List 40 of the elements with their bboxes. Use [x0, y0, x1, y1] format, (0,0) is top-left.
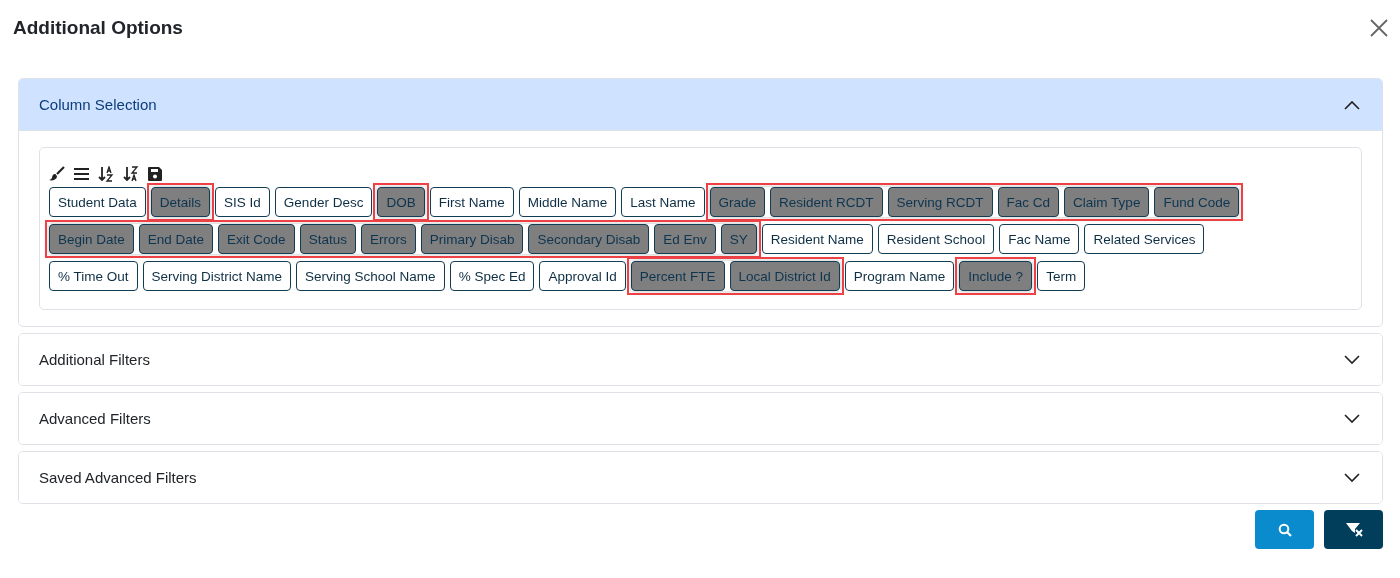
column-chip[interactable]: Last Name	[621, 187, 705, 217]
section-title: Advanced Filters	[39, 410, 151, 427]
column-chip[interactable]: Middle Name	[518, 187, 617, 217]
section-title: Saved Advanced Filters	[39, 469, 197, 486]
column-chip[interactable]: Resident Name	[761, 224, 873, 254]
sort-descending-icon[interactable]	[123, 166, 139, 182]
column-chip[interactable]: Fac Name	[999, 224, 1080, 254]
column-chip[interactable]: Student Data	[49, 187, 146, 217]
chevron-down-icon	[1344, 472, 1360, 483]
chevron-up-icon	[1344, 99, 1360, 110]
close-icon[interactable]	[1370, 19, 1388, 37]
column-chip[interactable]: Program Name	[844, 261, 955, 291]
column-chip[interactable]: Approval Id	[539, 261, 626, 291]
column-chip[interactable]: Serving District Name	[142, 261, 292, 291]
column-chip[interactable]: Resident School	[877, 224, 995, 254]
dialog-title: Additional Options	[13, 17, 183, 39]
column-chip[interactable]: Related Services	[1084, 224, 1205, 254]
chevron-down-icon	[1344, 354, 1360, 365]
clear-filter-button[interactable]	[1324, 510, 1383, 549]
chevron-down-icon	[1344, 413, 1360, 424]
accordion-header[interactable]: Column Selection	[19, 79, 1382, 131]
accordion-header[interactable]: Saved Advanced Filters	[19, 452, 1382, 503]
search-icon	[1277, 522, 1292, 537]
section-title: Additional Filters	[39, 351, 150, 368]
search-button[interactable]	[1255, 510, 1314, 549]
column-chip[interactable]: Serving School Name	[296, 261, 445, 291]
column-chip[interactable]: SIS Id	[215, 187, 270, 217]
list-icon[interactable]	[74, 167, 89, 181]
accordion-header[interactable]: Advanced Filters	[19, 393, 1382, 444]
column-chip[interactable]: First Name	[429, 187, 514, 217]
column-chip[interactable]: % Time Out	[49, 261, 138, 291]
brush-icon[interactable]	[49, 166, 65, 182]
column-chip[interactable]: % Spec Ed	[449, 261, 535, 291]
column-chip[interactable]: Term	[1037, 261, 1086, 291]
accordion-header[interactable]: Additional Filters	[19, 334, 1382, 385]
section-title: Column Selection	[39, 96, 157, 113]
filter-clear-icon	[1344, 521, 1363, 538]
sort-ascending-icon[interactable]	[98, 166, 114, 182]
save-icon[interactable]	[148, 167, 162, 181]
column-chip[interactable]: Gender Desc	[274, 187, 373, 217]
